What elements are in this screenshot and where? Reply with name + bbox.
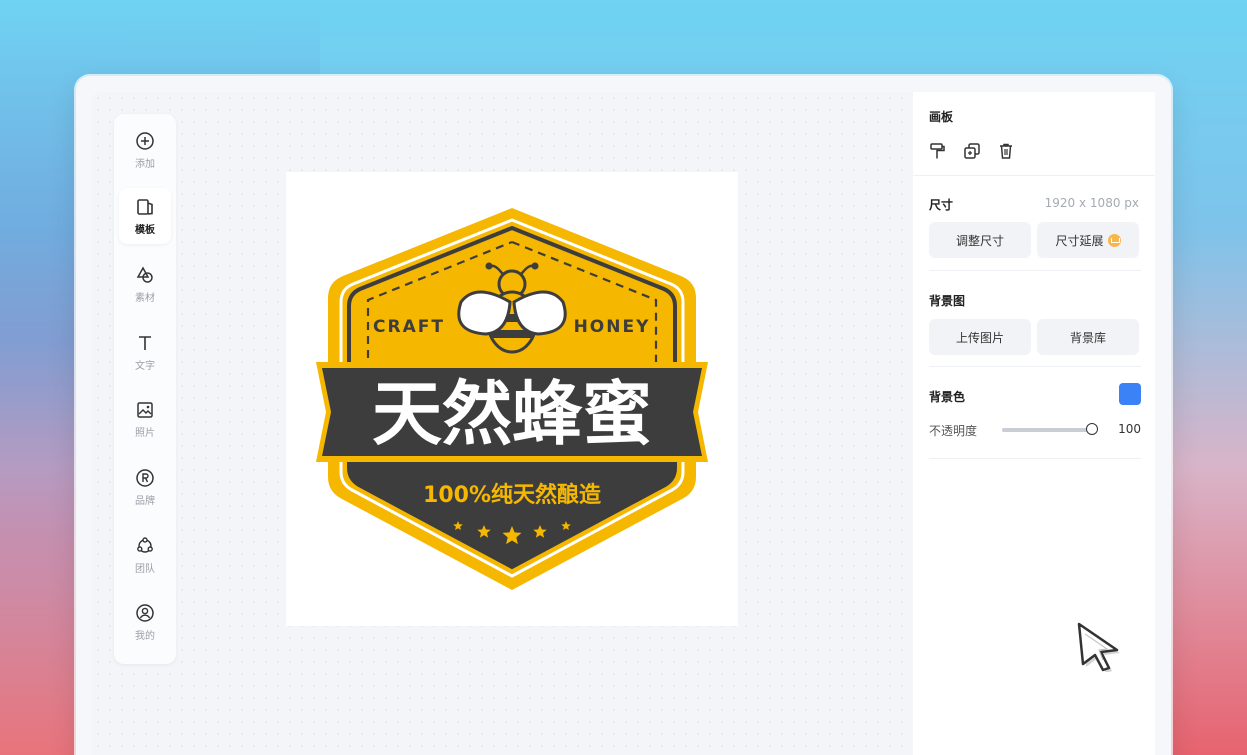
design-canvas[interactable]: CRAFT HONEY 天然蜂蜜 100%纯天然酿造 <box>286 172 738 626</box>
left-sidebar: 添加 模板 素材 文字 照片 品牌 团队 我的 <box>114 114 176 664</box>
shapes-icon <box>136 265 153 283</box>
mouse-cursor-icon <box>1077 622 1120 672</box>
duplicate-icon[interactable] <box>963 142 981 160</box>
registered-icon <box>136 468 154 487</box>
sidebar-item-label: 照片 <box>135 427 155 439</box>
sidebar-item-label: 文字 <box>135 360 155 372</box>
background-color-title: 背景色 <box>929 390 966 404</box>
size-title: 尺寸 <box>929 198 954 212</box>
sidebar-item-text[interactable]: 文字 <box>119 324 171 380</box>
divider <box>913 175 1155 176</box>
board-title: 画板 <box>929 110 954 124</box>
divider <box>929 366 1141 367</box>
background-library-button[interactable]: 背景库 <box>1037 319 1139 355</box>
divider <box>929 270 1141 271</box>
sidebar-item-label: 团队 <box>135 563 155 575</box>
text-icon <box>139 335 151 350</box>
format-painter-icon[interactable] <box>929 142 947 160</box>
sidebar-item-label: 添加 <box>135 158 155 170</box>
divider <box>929 458 1141 459</box>
team-icon <box>137 536 153 553</box>
sidebar-item-team[interactable]: 团队 <box>119 527 171 583</box>
extend-size-button-label: 尺寸延展 <box>1055 233 1104 248</box>
sidebar-item-elements[interactable]: 素材 <box>119 256 171 312</box>
background-library-button-label: 背景库 <box>1069 330 1106 345</box>
trash-icon[interactable] <box>997 142 1015 160</box>
logo-subtitle: 100%纯天然酿造 <box>423 482 601 508</box>
logo-left-text: CRAFT <box>373 317 445 337</box>
sidebar-item-label: 品牌 <box>135 495 155 507</box>
honey-logo: CRAFT HONEY 天然蜂蜜 100%纯天然酿造 <box>316 208 708 590</box>
resize-button-label: 调整尺寸 <box>955 233 1004 248</box>
logo-right-text: HONEY <box>574 317 651 337</box>
sidebar-item-mine[interactable]: 我的 <box>119 594 171 650</box>
sidebar-item-template[interactable]: 模板 <box>119 188 171 244</box>
sidebar-item-label: 素材 <box>135 292 155 304</box>
sidebar-item-label: 我的 <box>135 630 155 642</box>
sidebar-item-brand[interactable]: 品牌 <box>119 459 171 515</box>
opacity-value: 100 <box>1118 422 1141 436</box>
template-icon <box>137 198 153 215</box>
upload-image-button-label: 上传图片 <box>955 330 1004 345</box>
resize-button[interactable]: 调整尺寸 <box>929 222 1031 258</box>
sidebar-item-photos[interactable]: 照片 <box>119 391 171 447</box>
image-icon <box>137 401 153 418</box>
opacity-slider-track[interactable] <box>1002 428 1092 432</box>
opacity-slider-handle[interactable] <box>1086 423 1098 435</box>
user-icon <box>136 603 154 622</box>
background-image-title: 背景图 <box>929 294 966 308</box>
size-value: 1920 x 1080 px <box>1044 196 1139 210</box>
editor-window: 添加 模板 素材 文字 照片 品牌 团队 我的 CRAFT HONEY 天然蜂蜜… <box>76 76 1171 755</box>
sidebar-item-label: 模板 <box>135 224 155 236</box>
crown-icon <box>1107 233 1121 247</box>
plus-circle-icon <box>136 131 154 150</box>
opacity-slider-fill <box>1002 428 1092 432</box>
opacity-label: 不透明度 <box>929 424 978 438</box>
extend-size-button[interactable]: 尺寸延展 <box>1037 222 1139 258</box>
logo-title: 天然蜂蜜 <box>372 373 652 455</box>
upload-image-button[interactable]: 上传图片 <box>929 319 1031 355</box>
background-color-swatch[interactable] <box>1119 383 1141 405</box>
sidebar-item-add[interactable]: 添加 <box>119 122 171 178</box>
